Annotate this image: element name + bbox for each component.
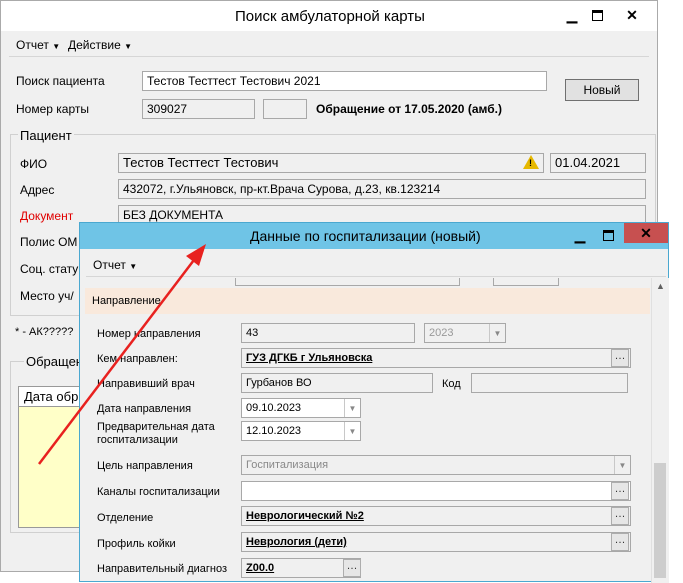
scroll-up-icon[interactable]: ▲ — [656, 281, 665, 291]
dialog-title: Данные по госпитализации (новый) — [250, 228, 481, 244]
channels-label: Каналы госпитализации — [97, 486, 220, 498]
dialog-titlebar: Данные по госпитализации (новый) ▁ ✕ — [80, 223, 668, 249]
social-status-label: Соц. стату — [20, 262, 79, 276]
code-field[interactable] — [471, 373, 628, 393]
diagnosis-lookup-button[interactable]: … — [343, 559, 361, 577]
doctor-label: Направивший врач — [97, 378, 195, 390]
chevron-down-icon: ▼ — [489, 324, 505, 342]
maximize-icon — [591, 9, 603, 21]
place-label: Место уч/ — [20, 289, 74, 303]
sent-by-field[interactable]: ГУЗ ДГКБ г Ульяновска — [241, 348, 631, 368]
code-label: Код — [442, 378, 461, 390]
bed-profile-label: Профиль койки — [97, 538, 176, 550]
dialog-maximize-button[interactable] — [596, 225, 620, 245]
patient-group-title: Пациент — [18, 128, 74, 143]
cut-off-field-2[interactable] — [493, 278, 559, 286]
cut-off-field-1[interactable] — [235, 278, 460, 286]
new-button[interactable]: Новый — [565, 79, 639, 101]
appeal-text: Обращение от 17.05.2020 (амб.) — [316, 102, 502, 116]
prelim-date-field[interactable]: 12.10.2023 — [241, 421, 361, 441]
dialog-scrollbar[interactable]: ▲ — [651, 278, 669, 583]
close-button[interactable]: ✕ — [621, 5, 643, 25]
calendar-dropdown-icon[interactable]: ▼ — [344, 422, 360, 440]
diagnosis-label: Направительный диагноз — [97, 563, 228, 575]
warning-icon-mark: ! — [529, 158, 532, 168]
section-title: Направление — [92, 295, 161, 307]
bed-profile-lookup-button[interactable]: … — [611, 533, 629, 551]
dialog-menu-report[interactable]: Отчет ▼ — [93, 258, 137, 272]
card-number-field[interactable]: 309027 — [142, 99, 255, 119]
channels-lookup-button[interactable]: … — [611, 482, 629, 500]
menu-report[interactable]: Отчет ▼ — [16, 38, 60, 52]
menu-separator — [9, 56, 649, 57]
address-field[interactable]: 432072, г.Ульяновск, пр-кт.Врача Сурова,… — [118, 179, 646, 199]
purpose-label: Цель направления — [97, 460, 193, 472]
birth-date-field[interactable]: 01.04.2021 — [550, 153, 646, 173]
department-label: Отделение — [97, 512, 154, 524]
doctor-field[interactable]: Гурбанов ВО — [241, 373, 433, 393]
scrollbar-thumb[interactable] — [654, 463, 666, 578]
appeals-group-title: Обращен — [24, 354, 85, 369]
chevron-down-icon: ▼ — [614, 456, 630, 474]
address-label: Адрес — [20, 183, 55, 197]
referral-number-field[interactable]: 43 — [241, 323, 415, 343]
card-extra-field[interactable] — [263, 99, 307, 119]
search-label: Поиск пациента — [16, 74, 105, 88]
close-icon: ✕ — [640, 224, 652, 241]
section-header: Направление — [85, 288, 650, 314]
minimize-button[interactable]: ▁ — [561, 5, 583, 25]
dialog-minimize-button[interactable]: ▁ — [568, 225, 592, 245]
card-number-label: Номер карты — [16, 102, 89, 116]
main-window-title: Поиск амбулаторной карты — [235, 8, 425, 25]
maximize-button[interactable] — [586, 5, 608, 25]
fio-field[interactable]: Тестов Тесттест Тестович — [118, 153, 544, 173]
department-field[interactable]: Неврологический №2 — [241, 506, 631, 526]
department-lookup-button[interactable]: … — [611, 507, 629, 525]
referral-date-field[interactable]: 09.10.2023 — [241, 398, 361, 418]
minimize-icon: ▁ — [574, 226, 586, 243]
dialog-close-button[interactable]: ✕ — [624, 223, 668, 243]
purpose-select[interactable]: Госпитализация — [241, 455, 631, 475]
bed-profile-field[interactable]: Неврология (дети) — [241, 532, 631, 552]
channels-field[interactable] — [241, 481, 631, 501]
referral-date-label: Дата направления — [97, 403, 192, 415]
referral-number-label: Номер направления — [97, 328, 201, 340]
maximize-icon — [602, 229, 614, 241]
chevron-down-icon: ▼ — [129, 262, 138, 271]
search-input[interactable]: Тестов Тесттест Тестович 2021 — [142, 71, 547, 91]
menu-action[interactable]: Действие ▼ — [68, 38, 132, 52]
chevron-down-icon: ▼ — [124, 42, 133, 51]
minimize-icon: ▁ — [566, 6, 578, 23]
main-titlebar: Поиск амбулаторной карты ▁ ✕ — [1, 1, 657, 31]
chevron-down-icon: ▼ — [52, 42, 61, 51]
calendar-dropdown-icon[interactable]: ▼ — [344, 399, 360, 417]
document-label: Документ — [20, 209, 74, 223]
dialog-content: Направление Номер направления 43 2023 ▼ … — [85, 278, 650, 583]
hospitalization-dialog: Данные по госпитализации (новый) ▁ ✕ Отч… — [79, 222, 669, 583]
fio-label: ФИО — [20, 157, 48, 171]
close-icon: ✕ — [626, 6, 638, 23]
policy-label: Полис ОМ — [20, 235, 78, 249]
sent-by-lookup-button[interactable]: … — [611, 349, 629, 367]
sent-by-label: Кем направлен: — [97, 353, 178, 365]
note-text: * - АК????? — [15, 326, 74, 338]
dialog-menu-separator — [86, 276, 666, 277]
prelim-date-label: Предварительная дата госпитализации — [97, 421, 215, 446]
